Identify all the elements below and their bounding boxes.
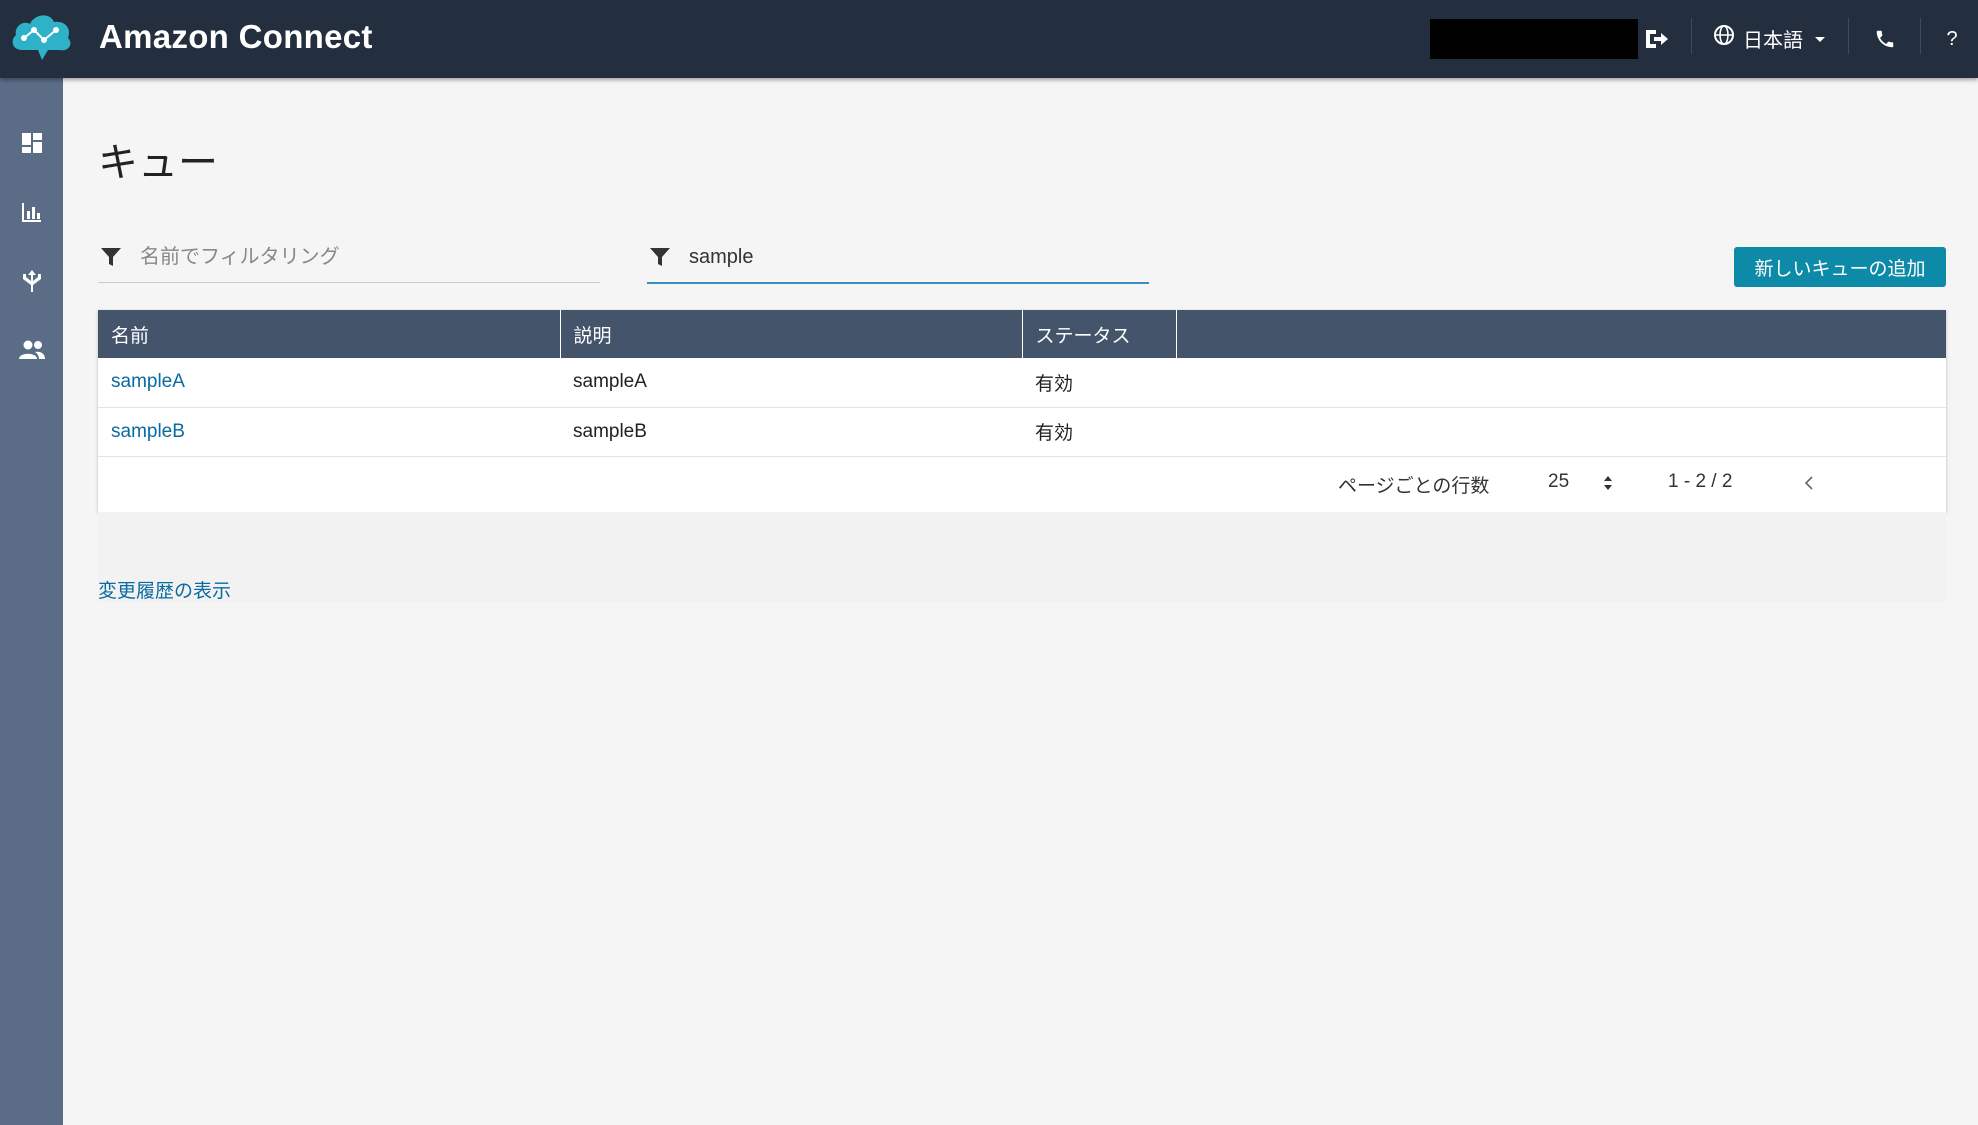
language-selector[interactable]: 日本語	[1713, 22, 1825, 54]
sidebar-item-metrics[interactable]	[0, 191, 63, 237]
column-header-description[interactable]: 説明	[560, 310, 1023, 358]
secondary-filter-input[interactable]	[687, 240, 1141, 274]
sidebar	[0, 78, 63, 1125]
add-queue-button[interactable]: 新しいキューの追加	[1734, 247, 1946, 287]
users-icon	[18, 339, 46, 366]
column-header-empty	[1176, 310, 1946, 358]
page-title: キュー	[98, 141, 218, 185]
secondary-filter	[647, 232, 1149, 284]
queue-description: sampleA	[573, 371, 647, 393]
filter-icon	[100, 246, 122, 273]
chevron-down-icon	[1815, 37, 1825, 42]
phone-icon[interactable]	[1870, 24, 1900, 54]
amazon-connect-logo-icon[interactable]	[8, 10, 74, 66]
queue-description: sampleB	[573, 420, 647, 442]
globe-icon	[1713, 24, 1735, 52]
pagination: ページごとの行数 25 1 - 2 / 2	[98, 457, 1946, 511]
column-header-status[interactable]: ステータス	[1022, 310, 1177, 358]
queue-status: 有効	[1035, 423, 1074, 444]
rows-per-page-stepper-icon[interactable]	[1602, 473, 1614, 493]
queue-name-link[interactable]: sampleB	[111, 421, 185, 442]
logout-icon[interactable]	[1641, 24, 1671, 54]
app-title: Amazon Connect	[99, 18, 373, 55]
header-separator	[1691, 18, 1692, 54]
queue-name-link[interactable]: sampleA	[111, 371, 185, 392]
rows-per-page-value[interactable]: 25	[1548, 471, 1569, 493]
page-range: 1 - 2 / 2	[1668, 471, 1733, 492]
change-history-link[interactable]: 変更履歴の表示	[98, 576, 231, 603]
help-icon[interactable]: ?	[1940, 24, 1964, 54]
dashboard-icon	[20, 131, 44, 160]
filter-icon	[649, 246, 671, 273]
queue-status: 有効	[1035, 373, 1074, 395]
bar-chart-icon	[20, 200, 44, 229]
top-navigation-bar: Amazon Connect 日本語 ?	[0, 0, 1978, 78]
table-row: sampleB sampleB 有効	[98, 407, 1946, 456]
sidebar-item-dashboard[interactable]	[0, 122, 63, 168]
routing-icon	[20, 268, 44, 299]
name-filter	[98, 232, 600, 283]
queues-table-card: 名前 説明 ステータス sampleA sampleA 有効 sampleB s…	[98, 310, 1946, 512]
name-filter-input[interactable]	[138, 240, 592, 274]
header-separator	[1848, 18, 1849, 54]
previous-page-icon[interactable]	[1798, 471, 1820, 495]
user-name-redacted	[1430, 19, 1638, 59]
sidebar-item-routing[interactable]	[0, 260, 63, 306]
column-header-name[interactable]: 名前	[98, 310, 561, 358]
language-label: 日本語	[1743, 29, 1803, 52]
queues-table: 名前 説明 ステータス sampleA sampleA 有効 sampleB s…	[98, 310, 1946, 457]
header-separator	[1920, 18, 1921, 54]
table-footer-panel	[98, 512, 1946, 602]
table-row: sampleA sampleA 有効	[98, 358, 1946, 407]
sidebar-item-users[interactable]	[0, 329, 63, 375]
table-header-row: 名前 説明 ステータス	[98, 310, 1946, 358]
rows-per-page-label: ページごとの行数	[1338, 476, 1490, 497]
